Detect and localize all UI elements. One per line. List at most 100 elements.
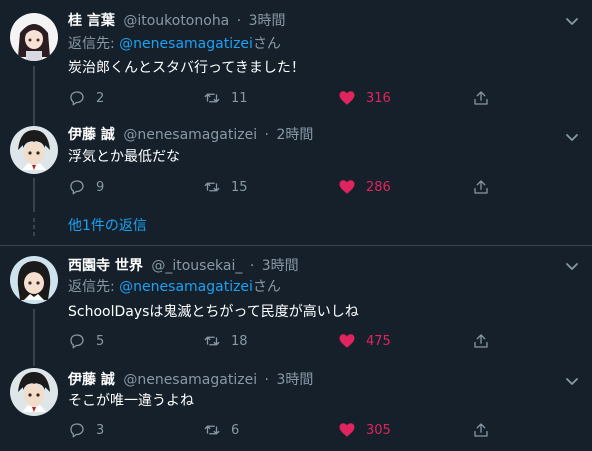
tweet-header: 西園寺 世界 @_itousekai_ · 3時間 — [68, 256, 552, 276]
tweet-text: 炭治郎くんとスタバ行ってきました！ — [68, 60, 305, 76]
reply-button[interactable]: 2 — [68, 87, 104, 109]
share-button[interactable] — [472, 87, 500, 109]
tweet-header: 伊藤 誠 @nenesamagatizei · 2時間 — [68, 125, 552, 145]
reply-button[interactable]: 9 — [68, 176, 104, 198]
tweet-2[interactable]: 伊藤 誠 @nenesamagatizei · 2時間 浮気とか最低だな 9 1… — [0, 120, 592, 212]
reply-handle-link[interactable]: @nenesamagatizei — [119, 279, 253, 295]
display-name[interactable]: 西園寺 世界 — [68, 258, 143, 274]
like-button[interactable]: 286 — [338, 176, 391, 198]
username[interactable]: @_itousekai_ — [151, 258, 242, 274]
retweet-button[interactable]: 6 — [203, 419, 239, 441]
heart-icon — [339, 423, 355, 437]
tweet-actions: 5 18 475 — [68, 330, 498, 352]
reply-icon — [70, 334, 84, 349]
separator: · — [249, 258, 255, 274]
username[interactable]: @nenesamagatizei — [123, 127, 257, 143]
tweet-text: SchoolDaysは鬼滅とちがって民度が高いしね — [68, 304, 359, 320]
tweet-1[interactable]: 桂 言葉 @itoukotonoha · 3時間 返信先: @nenesamag… — [0, 0, 592, 120]
like-button[interactable]: 305 — [338, 419, 391, 441]
avatar[interactable] — [10, 256, 58, 304]
like-button[interactable]: 475 — [338, 330, 391, 352]
reply-count: 5 — [96, 333, 105, 349]
avatar-kotonoha-icon — [10, 13, 58, 61]
username[interactable]: @nenesamagatizei — [123, 372, 257, 388]
like-button[interactable]: 316 — [338, 87, 391, 109]
avatar[interactable] — [10, 13, 58, 61]
chevron-down-icon[interactable] — [564, 13, 580, 29]
thread-dots — [32, 218, 36, 240]
tweet-actions: 2 11 316 — [68, 87, 498, 109]
share-icon — [474, 334, 488, 348]
like-count: 305 — [366, 422, 391, 438]
timestamp[interactable]: 3時間 — [276, 372, 313, 388]
tweet-3[interactable]: 西園寺 世界 @_itousekai_ · 3時間 返信先: @nenesama… — [0, 246, 592, 366]
like-count: 475 — [366, 333, 391, 349]
heart-icon — [339, 180, 355, 194]
tweet-actions: 3 6 305 — [68, 419, 498, 441]
retweet-count: 11 — [231, 90, 248, 106]
reply-suffix: さん — [252, 279, 281, 295]
heart-icon — [339, 334, 355, 348]
retweet-icon — [204, 93, 220, 103]
reply-prefix: 返信先: — [68, 36, 120, 52]
share-button[interactable] — [472, 176, 500, 198]
retweet-count: 18 — [231, 333, 248, 349]
reply-button[interactable]: 5 — [68, 330, 104, 352]
tweet-header: 桂 言葉 @itoukotonoha · 3時間 — [68, 11, 552, 31]
username[interactable]: @itoukotonoha — [123, 13, 229, 29]
thread-line — [33, 66, 35, 120]
reply-suffix: さん — [252, 36, 281, 52]
thread-line — [33, 309, 35, 366]
share-button[interactable] — [472, 330, 500, 352]
thread-line — [33, 178, 35, 212]
reply-count: 9 — [96, 179, 105, 195]
tweet-text: そこが唯一違うよね — [68, 393, 194, 409]
heart-icon — [339, 91, 355, 105]
reply-icon — [70, 423, 84, 438]
tweet-text: 浮気とか最低だな — [68, 149, 180, 165]
chevron-down-icon[interactable] — [564, 373, 580, 389]
retweet-count: 15 — [231, 179, 248, 195]
share-icon — [474, 180, 488, 194]
share-icon — [474, 91, 488, 105]
avatar-makoto-icon — [10, 126, 58, 174]
retweet-icon — [204, 336, 220, 346]
reply-prefix: 返信先: — [68, 279, 120, 295]
display-name[interactable]: 伊藤 誠 — [68, 127, 115, 143]
reply-icon — [70, 180, 84, 195]
reply-context: 返信先: @nenesamagatizeiさん — [68, 34, 281, 54]
avatar[interactable] — [10, 368, 58, 416]
reply-count: 2 — [96, 90, 105, 106]
chevron-down-icon[interactable] — [564, 258, 580, 274]
retweet-button[interactable]: 18 — [203, 330, 248, 352]
timestamp[interactable]: 3時間 — [249, 13, 286, 29]
avatar-sekai-icon — [10, 256, 58, 304]
reply-handle-link[interactable]: @nenesamagatizei — [119, 36, 253, 52]
more-replies-link[interactable]: 他1件の返信 — [68, 216, 147, 236]
tweet-header: 伊藤 誠 @nenesamagatizei · 3時間 — [68, 370, 552, 390]
display-name[interactable]: 伊藤 誠 — [68, 372, 115, 388]
like-count: 316 — [366, 90, 391, 106]
retweet-button[interactable]: 15 — [203, 176, 248, 198]
show-more-replies[interactable]: 他1件の返信 — [0, 214, 592, 242]
tweet-4[interactable]: 伊藤 誠 @nenesamagatizei · 3時間 そこが唯一違うよね 3 … — [0, 366, 592, 451]
separator: · — [236, 13, 242, 29]
chevron-down-icon[interactable] — [564, 129, 580, 145]
display-name[interactable]: 桂 言葉 — [68, 13, 115, 29]
reply-count: 3 — [96, 422, 105, 438]
retweet-button[interactable]: 11 — [203, 87, 248, 109]
like-count: 286 — [366, 179, 391, 195]
separator: · — [264, 127, 269, 143]
reply-button[interactable]: 3 — [68, 419, 104, 441]
tweet-actions: 9 15 286 — [68, 176, 498, 198]
avatar-makoto-icon — [10, 368, 58, 416]
retweet-icon — [204, 182, 220, 192]
share-button[interactable] — [472, 419, 500, 441]
reply-icon — [70, 91, 84, 106]
separator: · — [264, 372, 269, 388]
share-icon — [474, 423, 488, 437]
retweet-count: 6 — [231, 422, 240, 438]
timestamp[interactable]: 3時間 — [262, 258, 299, 274]
avatar[interactable] — [10, 126, 58, 174]
timestamp[interactable]: 2時間 — [276, 127, 313, 143]
